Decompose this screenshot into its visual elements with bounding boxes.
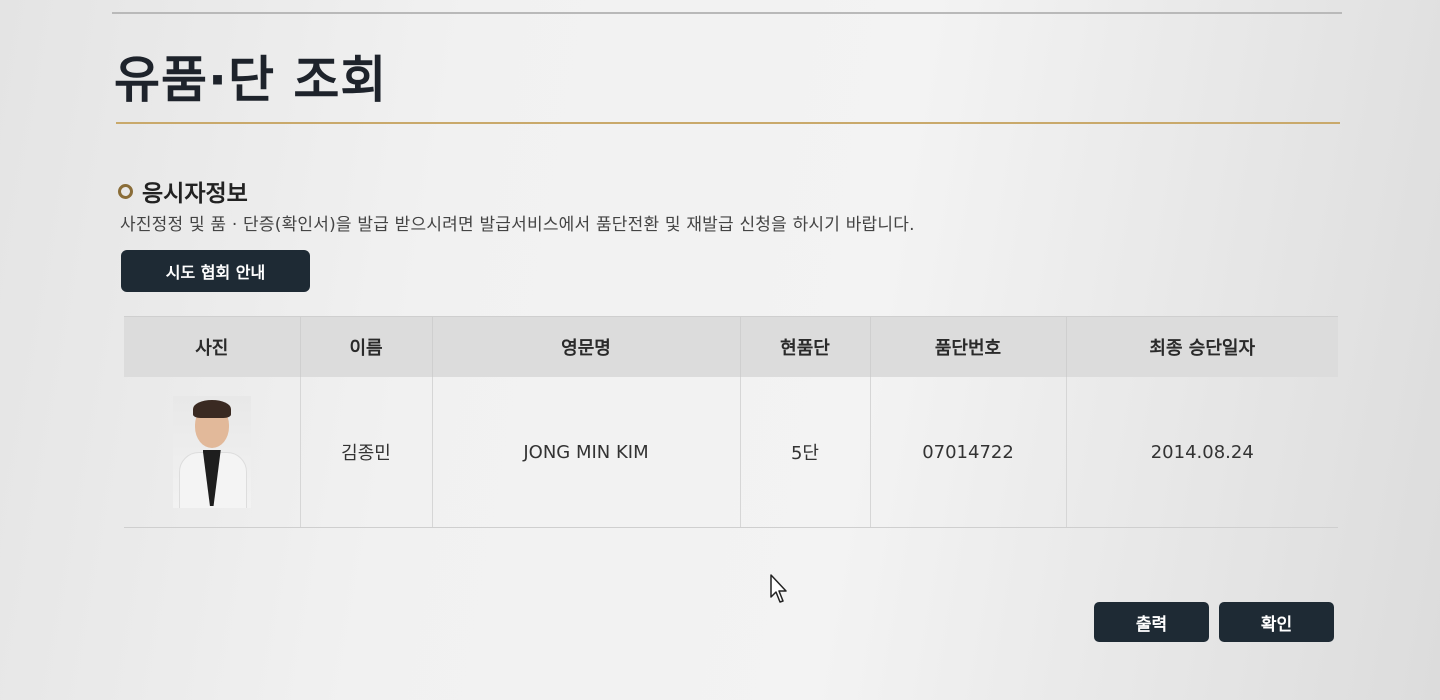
header-rank-number: 품단번호 [869,316,1066,377]
notice-text: 사진정정 및 품 · 단증(확인서)을 발급 받으시려면 발급서비스에서 품단전… [120,215,915,235]
cell-rank-number: 07014722 [869,377,1066,528]
print-button[interactable]: 출력 [1094,602,1209,642]
header-photo: 사진 [124,316,300,377]
page-title: 유품·단 조회 [114,51,388,109]
applicant-photo [172,396,251,508]
header-name: 이름 [299,316,432,377]
cell-photo [124,377,300,528]
mouse-pointer-icon [770,574,787,603]
section-title: 응시자정보 [142,181,248,207]
title-divider [116,122,1340,124]
cell-english-name: JONG MIN KIM [431,377,740,528]
cell-name: 김종민 [299,377,432,528]
applicant-table: 사진 이름 영문명 현품단 품단번호 최종 승단일자 김종민 JONG MIN … [124,316,1338,528]
region-association-button[interactable]: 시도 협회 안내 [121,250,310,292]
header-rank: 현품단 [739,316,870,377]
header-last-promotion-date: 최종 승단일자 [1065,316,1338,377]
section-header: 응시자정보 [118,174,248,208]
cell-last-promotion-date: 2014.08.24 [1065,377,1338,528]
header-english-name: 영문명 [431,316,740,377]
bullet-icon [118,183,133,199]
confirm-button[interactable]: 확인 [1219,602,1334,642]
cell-rank: 5단 [739,377,870,528]
table-header-row: 사진 이름 영문명 현품단 품단번호 최종 승단일자 [124,316,1338,377]
page: 유품·단 조회 응시자정보 사진정정 및 품 · 단증(확인서)을 발급 받으시… [0,0,1440,700]
table-row: 김종민 JONG MIN KIM 5단 07014722 2014.08.24 [124,377,1338,528]
top-divider [112,12,1342,14]
